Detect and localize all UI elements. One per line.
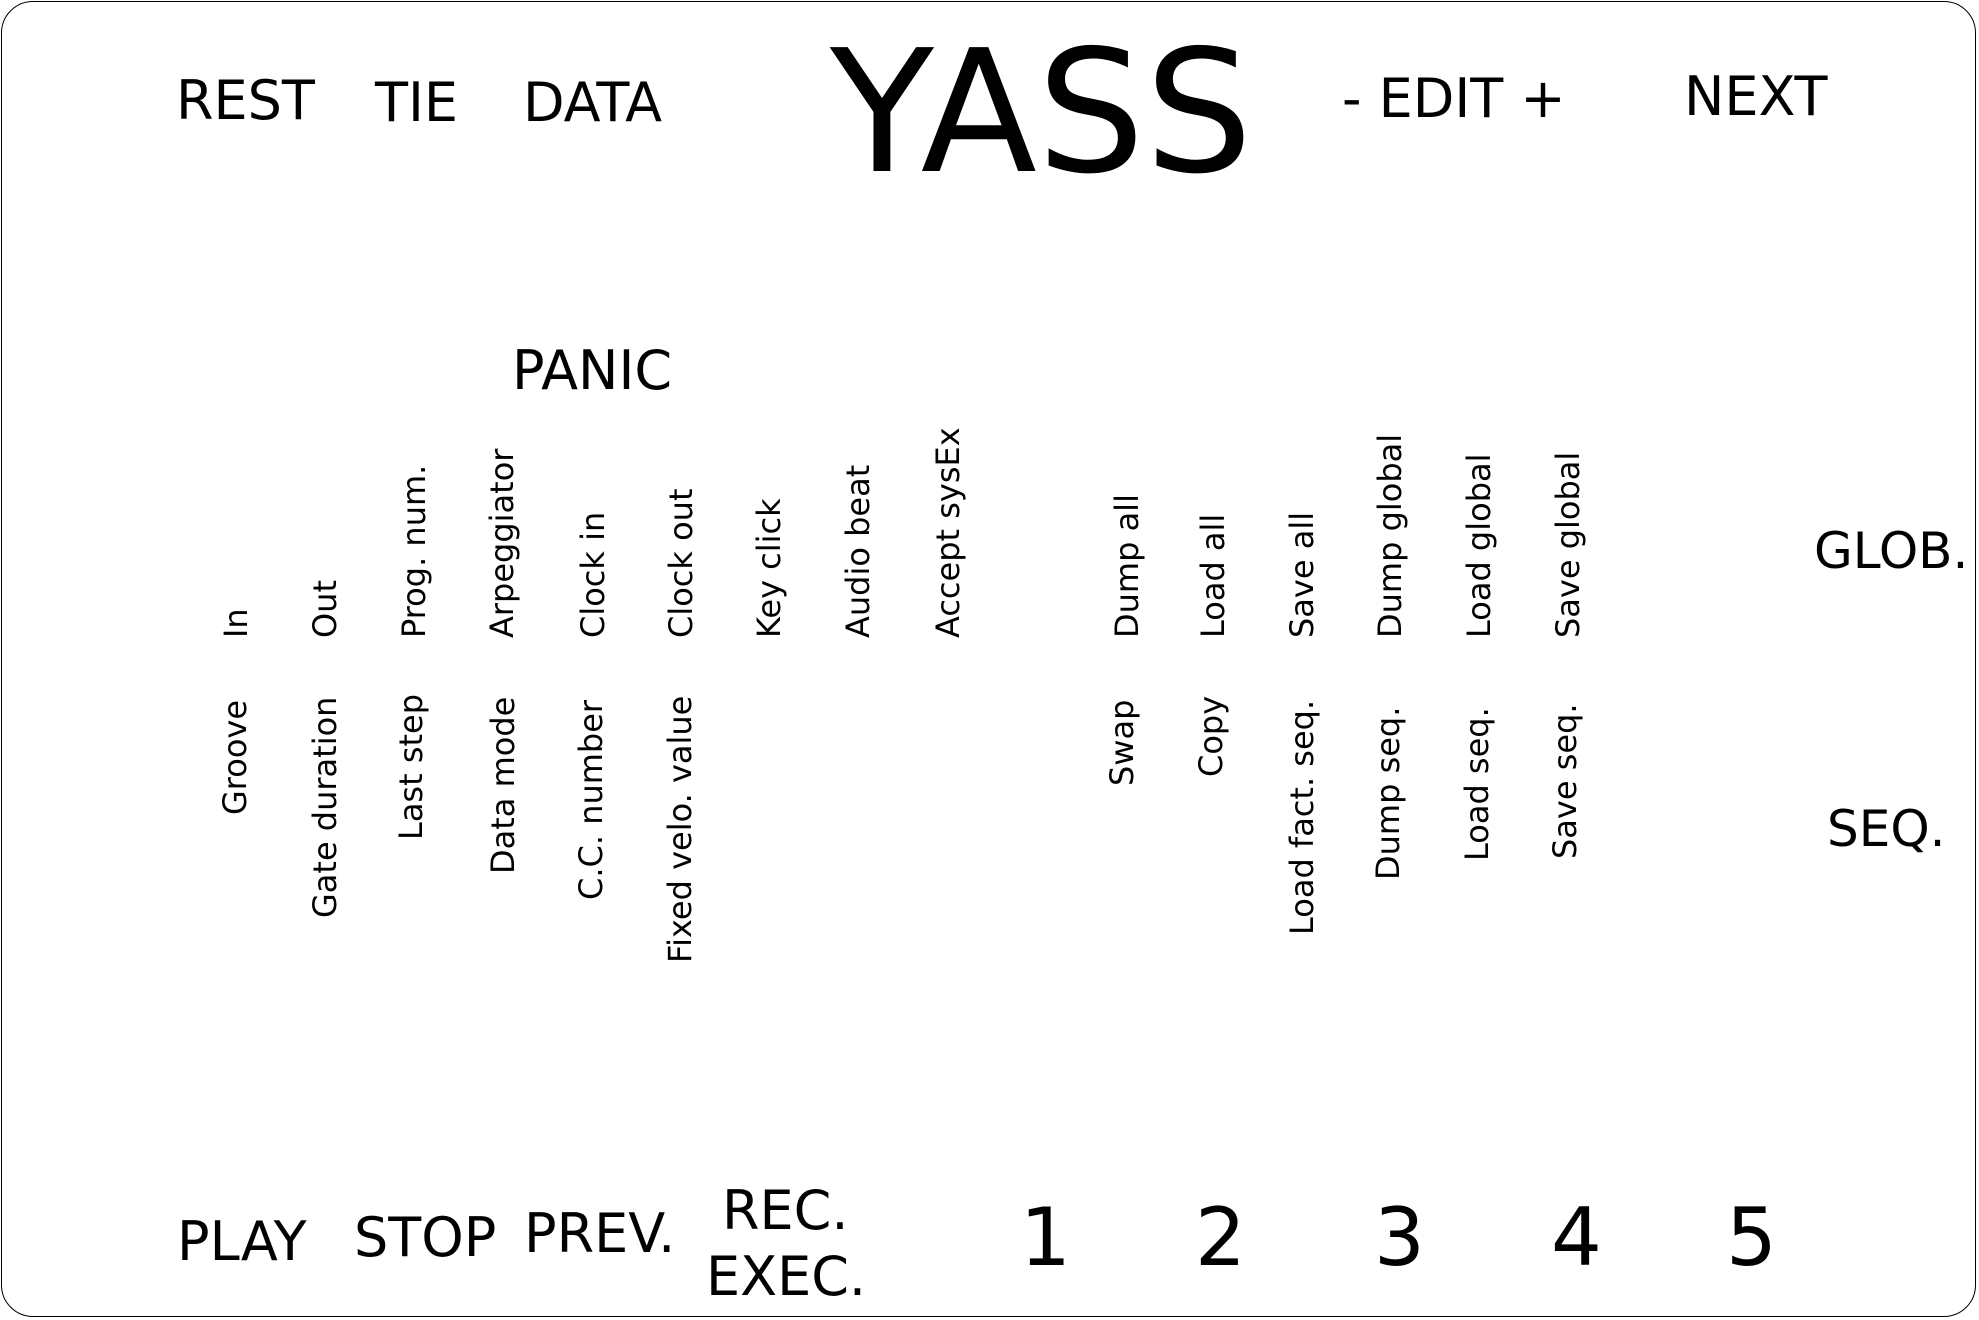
seq-label-last-step: Last step <box>392 693 430 840</box>
tie-button[interactable]: TIE <box>375 76 458 130</box>
glob-label-in: In <box>217 608 255 638</box>
seq-label-swap: Swap <box>1103 699 1141 786</box>
glob-label-load-all: Load all <box>1194 513 1232 638</box>
next-button[interactable]: NEXT <box>1684 70 1828 124</box>
step-button-2[interactable]: 2 <box>1195 1198 1246 1278</box>
play-button[interactable]: PLAY <box>177 1215 307 1269</box>
exec-button-label[interactable]: EXEC. <box>706 1250 866 1304</box>
seq-label-dump-seq: Dump seq. <box>1369 706 1407 880</box>
glob-label-audio-beat: Audio beat <box>839 464 877 638</box>
glob-label-key-click: Key click <box>750 498 788 638</box>
glob-row-label: GLOB. <box>1814 522 1969 580</box>
step-button-3[interactable]: 3 <box>1374 1198 1425 1278</box>
seq-label-load-fact-seq: Load fact. seq. <box>1283 699 1321 935</box>
glob-label-save-global: Save global <box>1549 451 1587 638</box>
prev-button[interactable]: PREV. <box>524 1207 675 1261</box>
step-button-1[interactable]: 1 <box>1020 1198 1071 1278</box>
panic-button[interactable]: PANIC <box>512 344 672 398</box>
stop-button[interactable]: STOP <box>354 1211 496 1265</box>
seq-label-cc-number: C.C. number <box>572 699 610 900</box>
data-button[interactable]: DATA <box>523 76 662 130</box>
step-button-5[interactable]: 5 <box>1726 1198 1777 1278</box>
seq-label-data-mode: Data mode <box>484 696 522 874</box>
glob-label-save-all: Save all <box>1283 511 1321 638</box>
glob-label-dump-global: Dump global <box>1371 433 1409 638</box>
glob-label-clock-in: Clock in <box>574 511 612 638</box>
step-button-4[interactable]: 4 <box>1551 1198 1602 1278</box>
glob-label-clock-out: Clock out <box>662 488 700 638</box>
seq-label-gate-duration: Gate duration <box>306 696 344 918</box>
glob-label-load-global: Load global <box>1460 453 1498 638</box>
seq-label-fixed-velo-value: Fixed velo. value <box>661 695 699 963</box>
rest-button[interactable]: REST <box>176 74 315 128</box>
glob-label-prog-num: Prog. num. <box>395 464 433 638</box>
glob-label-out: Out <box>306 579 344 638</box>
seq-label-groove: Groove <box>216 699 254 815</box>
seq-label-copy: Copy <box>1192 695 1230 777</box>
app-title: YASS <box>830 14 1253 212</box>
glob-label-accept-sysex: Accept sysEx <box>929 427 967 638</box>
glob-label-dump-all: Dump all <box>1108 494 1146 638</box>
edit-button[interactable]: - EDIT + <box>1342 72 1566 126</box>
rec-button-label[interactable]: REC. <box>722 1184 849 1238</box>
glob-label-arpeggiator: Arpeggiator <box>483 448 521 638</box>
seq-row-label: SEQ. <box>1827 800 1946 858</box>
seq-label-load-seq: Load seq. <box>1458 707 1496 861</box>
seq-label-save-seq: Save seq. <box>1546 703 1584 859</box>
